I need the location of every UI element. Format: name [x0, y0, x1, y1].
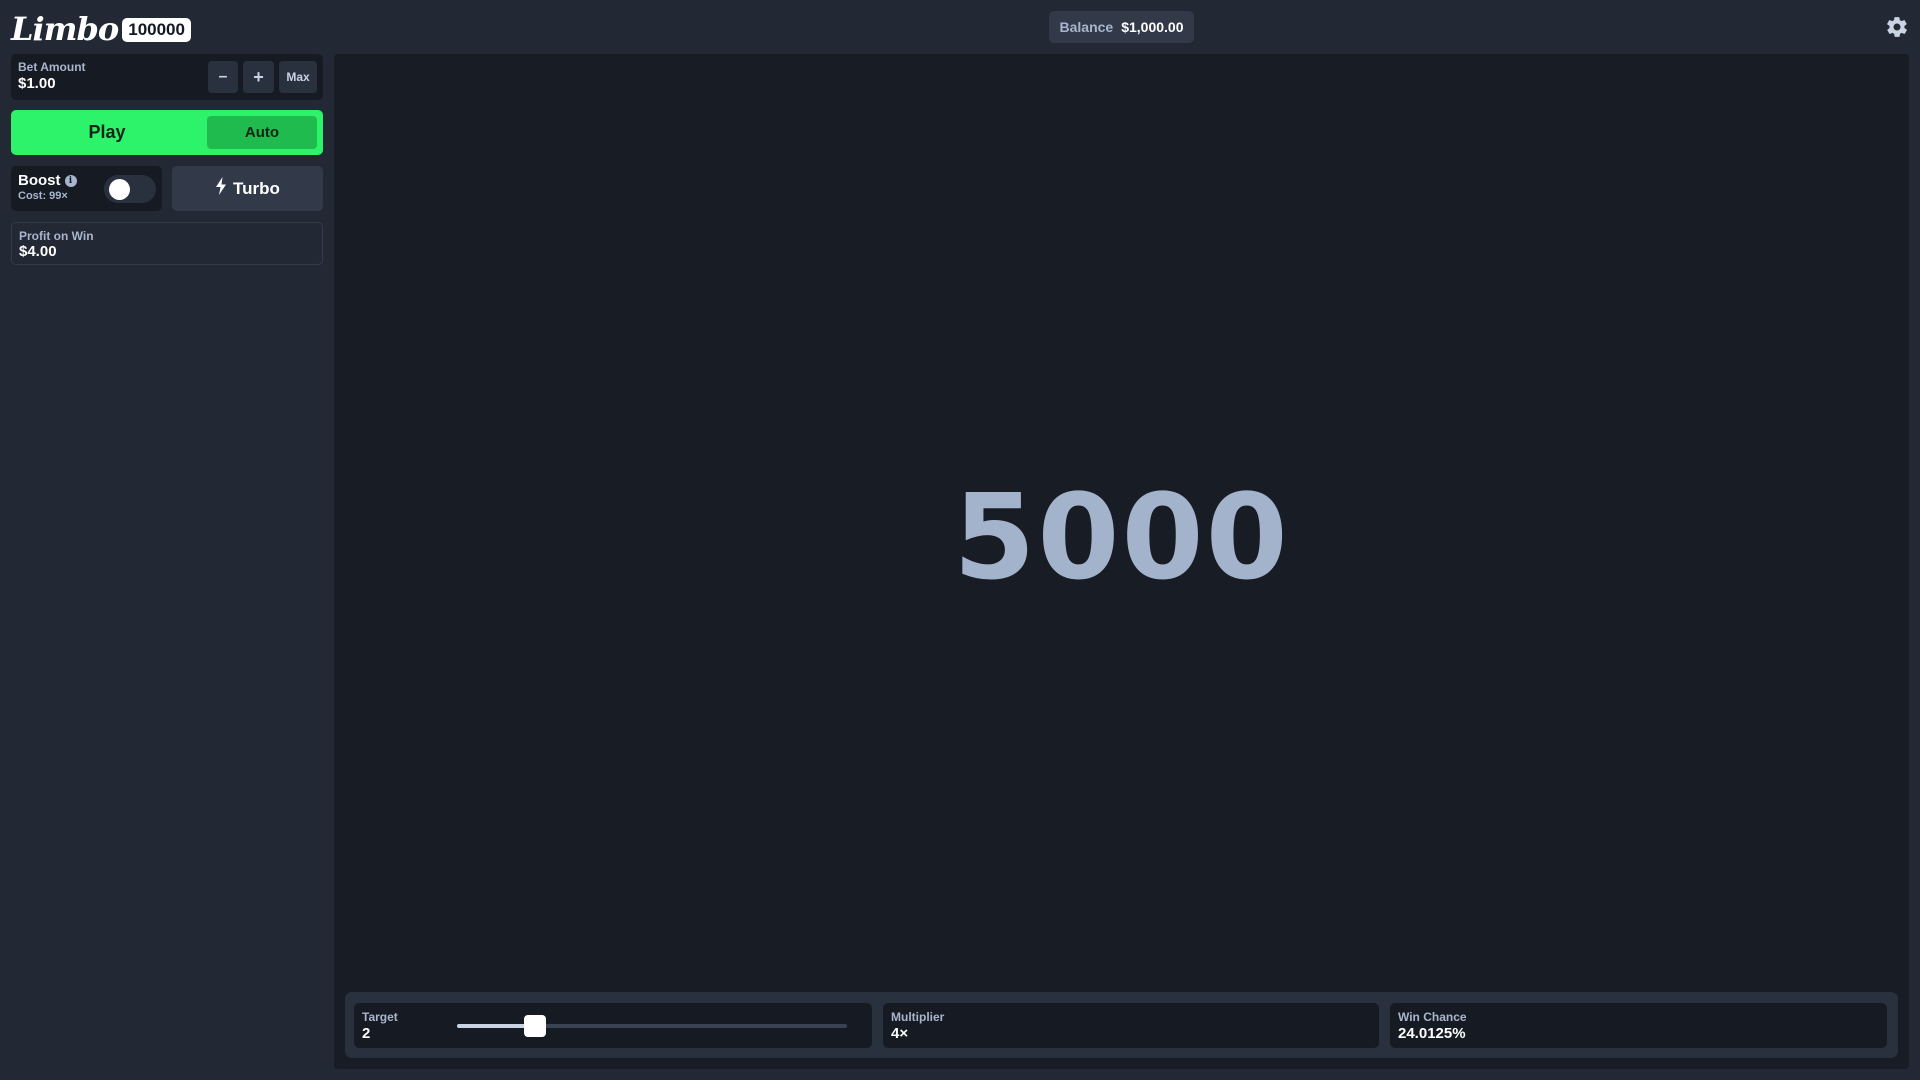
- target-slider[interactable]: [457, 1015, 847, 1037]
- boost-cost: Cost: 99×: [18, 190, 68, 202]
- logo: Limbo 100000: [11, 9, 191, 49]
- bottom-controls: Target 2 Multiplier 4× Win Chance 24.012…: [345, 992, 1898, 1058]
- turbo-button[interactable]: Turbo: [172, 166, 323, 211]
- decrease-bet-button[interactable]: –: [208, 61, 238, 93]
- logo-badge: 100000: [122, 18, 191, 42]
- target-field[interactable]: Target 2: [354, 1003, 872, 1048]
- profit-on-win: Profit on Win $4.00: [11, 222, 323, 265]
- result-multiplier: 5000: [953, 468, 1290, 606]
- game-area: 5000: [334, 54, 1909, 1069]
- gear-icon[interactable]: [1885, 15, 1909, 39]
- max-bet-button[interactable]: Max: [279, 61, 317, 93]
- boost-label: Boost: [18, 172, 61, 189]
- logo-text: Limbo: [11, 10, 119, 48]
- info-icon[interactable]: i: [64, 174, 77, 187]
- bet-amount-field[interactable]: Bet Amount $1.00 – + Max: [11, 54, 323, 100]
- bet-amount-label: Bet Amount: [18, 60, 86, 74]
- multiplier-value[interactable]: 4×: [891, 1025, 908, 1042]
- increase-bet-button[interactable]: +: [243, 61, 274, 93]
- profit-value: $4.00: [19, 243, 57, 260]
- win-chance-value[interactable]: 24.0125%: [1398, 1025, 1466, 1042]
- header: Limbo 100000 Balance $1,000.00: [0, 0, 1920, 53]
- balance-display: Balance $1,000.00: [1049, 11, 1194, 43]
- profit-label: Profit on Win: [19, 229, 94, 243]
- boost-toggle[interactable]: [104, 175, 156, 203]
- bet-amount-value[interactable]: $1.00: [18, 75, 56, 92]
- multiplier-field[interactable]: Multiplier 4×: [883, 1003, 1379, 1048]
- toggle-knob: [109, 179, 130, 200]
- balance-label: Balance: [1059, 19, 1114, 35]
- boost-panel: Boost i Cost: 99×: [11, 166, 162, 211]
- slider-thumb[interactable]: [524, 1015, 546, 1037]
- play-button[interactable]: Play: [11, 110, 203, 155]
- boost-title: Boost i: [18, 172, 77, 189]
- win-chance-field[interactable]: Win Chance 24.0125%: [1390, 1003, 1887, 1048]
- turbo-label: Turbo: [233, 178, 280, 198]
- win-chance-label: Win Chance: [1398, 1010, 1467, 1024]
- balance-value: $1,000.00: [1121, 19, 1184, 35]
- lightning-bolt-icon: [215, 177, 227, 200]
- play-controls: Play Auto: [11, 110, 323, 155]
- auto-button[interactable]: Auto: [207, 116, 317, 149]
- target-label: Target: [362, 1010, 398, 1024]
- multiplier-label: Multiplier: [891, 1010, 945, 1024]
- target-value[interactable]: 2: [362, 1025, 370, 1042]
